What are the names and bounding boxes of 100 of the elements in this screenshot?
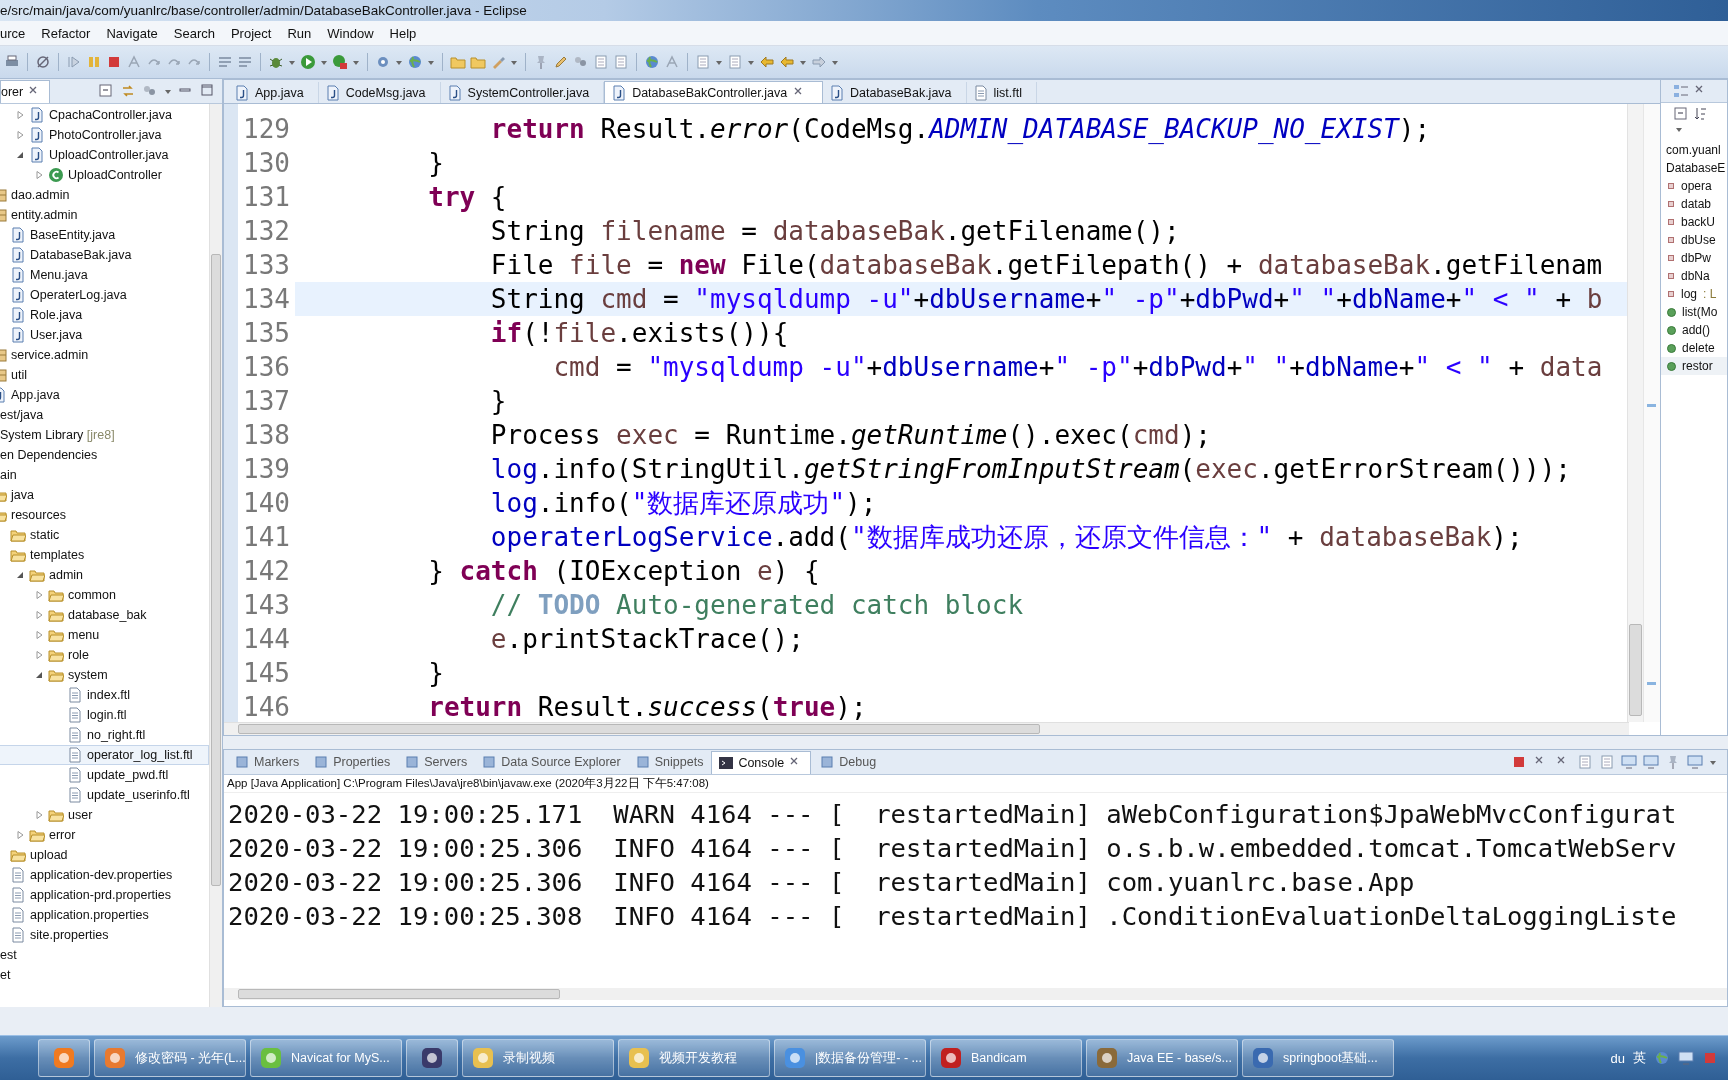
outline-item[interactable]: restor <box>1661 357 1727 375</box>
tree-item[interactable]: DatabaseBak.java <box>0 245 209 265</box>
tree-item[interactable]: menu <box>0 625 209 645</box>
tray-item[interactable]: du <box>1610 1050 1625 1066</box>
menu-title[interactable]: Window <box>319 23 382 43</box>
globe-icon[interactable] <box>644 53 660 70</box>
page-icon[interactable] <box>727 53 743 70</box>
tree-item[interactable]: application-dev.properties <box>0 865 209 885</box>
page-icon[interactable] <box>613 53 629 70</box>
collapse-all-icon[interactable] <box>98 83 114 99</box>
page-icon[interactable] <box>1599 754 1615 770</box>
square-icon[interactable] <box>634 754 651 770</box>
tree-item[interactable]: CpachaController.java <box>0 105 209 125</box>
scrollbar-thumb[interactable] <box>1629 624 1642 716</box>
tree-item[interactable]: resources <box>0 505 209 525</box>
square-icon[interactable] <box>234 754 250 770</box>
editor-tab[interactable]: SystemController.java <box>440 82 605 103</box>
tree-item[interactable]: application-prd.properties <box>0 885 209 905</box>
square-icon[interactable] <box>404 754 421 770</box>
editor-tab[interactable]: App.java <box>228 82 319 103</box>
view-tab[interactable]: orer <box>0 79 51 103</box>
tree-item[interactable]: static <box>0 525 209 545</box>
menu-title[interactable]: urce <box>0 23 34 43</box>
menu-title[interactable]: Project <box>222 23 280 43</box>
caret-right-icon[interactable] <box>34 610 44 620</box>
caret-down-icon[interactable] <box>15 150 25 160</box>
caret-down-icon[interactable] <box>1709 758 1717 766</box>
editor-tab[interactable]: DatabaseBak.java <box>823 82 967 103</box>
scrollbar[interactable] <box>224 722 1629 735</box>
view-tab[interactable]: Markers <box>228 751 306 773</box>
outline-item[interactable]: delete <box>1661 339 1727 357</box>
caret-right-icon[interactable] <box>34 630 44 640</box>
tree-item[interactable]: est <box>0 945 209 965</box>
play-icon[interactable] <box>300 53 316 70</box>
menu-title[interactable]: Help <box>381 23 425 43</box>
outline-item[interactable]: opera <box>1661 177 1727 195</box>
view-tab[interactable]: Properties <box>307 751 397 773</box>
taskbar-button[interactable] <box>406 1039 458 1077</box>
tree-item[interactable]: util <box>0 365 209 385</box>
editor-tab[interactable]: CodeMsg.java <box>318 82 441 103</box>
sort-icon[interactable] <box>1693 106 1709 122</box>
editor-tab[interactable]: list.ftl <box>966 82 1038 103</box>
link-icon[interactable] <box>120 83 136 99</box>
menu-title[interactable]: Navigate <box>98 23 166 43</box>
tree-item[interactable]: index.ftl <box>0 685 209 705</box>
outline-item[interactable]: DatabaseE <box>1661 159 1727 177</box>
skip-icon[interactable] <box>66 53 82 70</box>
monitor-icon[interactable] <box>1687 754 1703 770</box>
tree-item[interactable]: update_userinfo.ftl <box>0 785 209 805</box>
tree-item[interactable]: OperaterLog.java <box>0 285 209 305</box>
outline-item[interactable]: dbPw <box>1661 249 1727 267</box>
square-icon[interactable] <box>313 754 330 770</box>
scrollbar-thumb[interactable] <box>238 989 560 999</box>
outline-item[interactable]: com.yuanl <box>1661 141 1727 159</box>
tree-item[interactable]: Role.java <box>0 305 209 325</box>
caret-right-icon[interactable] <box>15 130 25 140</box>
scrollbar-thumb[interactable] <box>211 254 221 886</box>
tree-item[interactable]: Menu.java <box>0 265 209 285</box>
caret-right-icon[interactable] <box>15 110 25 120</box>
tree-item[interactable]: et <box>0 965 209 985</box>
caret-down-icon[interactable] <box>1675 125 1683 133</box>
outline-item[interactable]: list(Mo <box>1661 303 1727 321</box>
outline-item[interactable]: backU <box>1661 213 1727 231</box>
tree-item[interactable]: UploadController.java <box>0 145 209 165</box>
view-tab[interactable]: Servers <box>398 751 474 773</box>
caret-right-icon[interactable] <box>15 830 25 840</box>
page-icon[interactable] <box>1577 754 1593 770</box>
tree-item[interactable]: UploadController <box>0 165 209 185</box>
outline-item[interactable]: dbUse <box>1661 231 1727 249</box>
tree-item[interactable]: user <box>0 805 209 825</box>
tree-item[interactable]: java <box>0 485 209 505</box>
outline-item[interactable]: dbNa <box>1661 267 1727 285</box>
tree-item[interactable]: entity.admin <box>0 205 209 225</box>
tree-item[interactable]: site.properties <box>0 925 209 945</box>
tree-item[interactable]: system <box>0 665 209 685</box>
caret-down-icon[interactable] <box>15 570 25 580</box>
tree-item[interactable]: role <box>0 645 209 665</box>
square-icon[interactable] <box>819 754 836 770</box>
editor-tab[interactable]: DatabaseBakController.java <box>604 81 824 103</box>
maximize-icon[interactable] <box>200 83 216 99</box>
run-tool-icon[interactable] <box>332 53 348 70</box>
view-tab[interactable]: Console <box>711 750 812 774</box>
monitor-icon[interactable] <box>1643 754 1659 770</box>
tree-item[interactable]: service.admin <box>0 345 209 365</box>
scrollbar[interactable] <box>209 104 222 1007</box>
tree-item[interactable]: operator_log_list.ftl <box>0 745 209 765</box>
tree-item[interactable]: est/java <box>0 405 209 425</box>
caret-right-icon[interactable] <box>34 810 44 820</box>
monitor-icon[interactable] <box>1678 1050 1694 1066</box>
outline-item[interactable]: add() <box>1661 321 1727 339</box>
tree-item[interactable]: en Dependencies <box>0 445 209 465</box>
slash-icon[interactable] <box>35 53 51 70</box>
outline-icon[interactable] <box>1673 83 1689 99</box>
tree-item[interactable]: update_pwd.ftl <box>0 765 209 785</box>
tree-item[interactable]: admin <box>0 565 209 585</box>
menu-title[interactable]: Refactor <box>33 23 99 43</box>
collapse-all-icon[interactable] <box>1673 106 1689 122</box>
tree-item[interactable]: BaseEntity.java <box>0 225 209 245</box>
scrollbar-thumb[interactable] <box>238 724 1040 734</box>
tree-item[interactable]: login.ftl <box>0 705 209 725</box>
